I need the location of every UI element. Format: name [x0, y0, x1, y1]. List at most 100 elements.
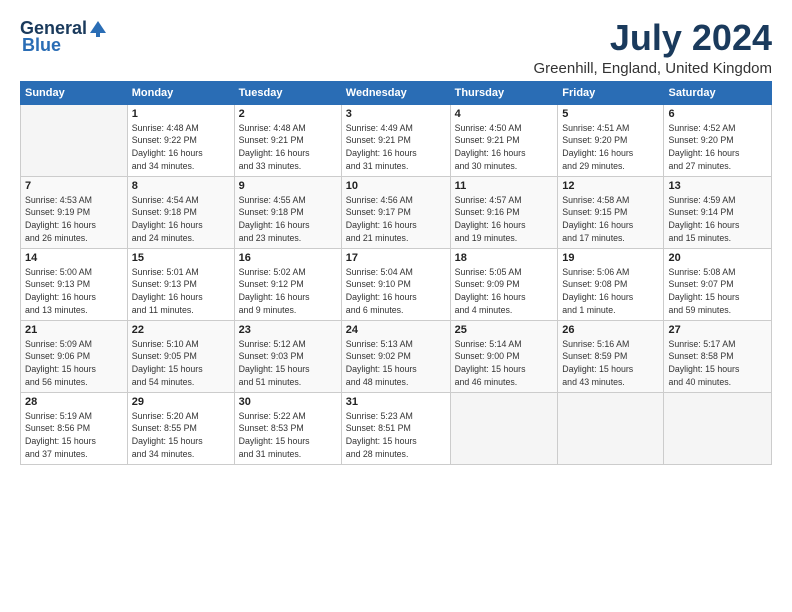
- day-cell: 16Sunrise: 5:02 AM Sunset: 9:12 PM Dayli…: [234, 248, 341, 320]
- day-number: 4: [455, 108, 554, 120]
- day-number: 18: [455, 252, 554, 264]
- day-cell: [558, 392, 664, 464]
- day-info: Sunrise: 4:52 AM Sunset: 9:20 PM Dayligh…: [668, 122, 767, 173]
- day-cell: 25 Sunrise: 5:14 AM Sunset: 9:00 PM Dayli…: [450, 320, 558, 392]
- day-number: 23: [239, 324, 337, 336]
- day-info: Sunrise: 4:56 AM Sunset: 9:17 PM Dayligh…: [346, 194, 446, 245]
- day-number: 3: [346, 108, 446, 120]
- logo: General Blue: [20, 18, 109, 56]
- day-info: Sunrise: 5:13 AM Sunset: 9:02 PM Dayligh…: [346, 338, 446, 389]
- day-info: Sunrise: 5:20 AM Sunset: 8:55 PM Dayligh…: [132, 410, 230, 461]
- day-cell: 23 Sunrise: 5:12 AM Sunset: 9:03 PM Dayli…: [234, 320, 341, 392]
- week-row-2: 14 Sunrise: 5:00 AM Sunset: 9:13 PM Dayli…: [21, 248, 772, 320]
- day-cell: 22 Sunrise: 5:10 AM Sunset: 9:05 PM Dayli…: [127, 320, 234, 392]
- day-info: Sunrise: 5:14 AM Sunset: 9:00 PM Dayligh…: [455, 338, 554, 389]
- day-info: Sunrise: 5:09 AM Sunset: 9:06 PM Dayligh…: [25, 338, 123, 389]
- day-cell: 21 Sunrise: 5:09 AM Sunset: 9:06 PM Dayli…: [21, 320, 128, 392]
- day-number: 9: [239, 180, 337, 192]
- day-number: 25: [455, 324, 554, 336]
- day-info: Sunrise: 5:22 AM Sunset: 8:53 PM Dayligh…: [239, 410, 337, 461]
- day-info: Sunrise: 5:12 AM Sunset: 9:03 PM Dayligh…: [239, 338, 337, 389]
- day-number: 29: [132, 396, 230, 408]
- day-cell: 31 Sunrise: 5:23 AM Sunset: 8:51 PM Dayli…: [341, 392, 450, 464]
- day-cell: 28Sunrise: 5:19 AM Sunset: 8:56 PM Dayli…: [21, 392, 128, 464]
- day-cell: 17 Sunrise: 5:04 AM Sunset: 9:10 PM Dayli…: [341, 248, 450, 320]
- day-info: Sunrise: 4:51 AM Sunset: 9:20 PM Dayligh…: [562, 122, 659, 173]
- day-number: 31: [346, 396, 446, 408]
- day-info: Sunrise: 5:17 AM Sunset: 8:58 PM Dayligh…: [668, 338, 767, 389]
- col-monday: Monday: [127, 81, 234, 104]
- day-info: Sunrise: 4:55 AM Sunset: 9:18 PM Dayligh…: [239, 194, 337, 245]
- day-cell: 6 Sunrise: 4:52 AM Sunset: 9:20 PM Daylig…: [664, 104, 772, 176]
- day-number: 1: [132, 108, 230, 120]
- day-cell: 27Sunrise: 5:17 AM Sunset: 8:58 PM Dayli…: [664, 320, 772, 392]
- day-number: 6: [668, 108, 767, 120]
- day-cell: 8 Sunrise: 4:54 AM Sunset: 9:18 PM Daylig…: [127, 176, 234, 248]
- day-cell: 2 Sunrise: 4:48 AM Sunset: 9:21 PM Daylig…: [234, 104, 341, 176]
- day-number: 19: [562, 252, 659, 264]
- col-tuesday: Tuesday: [234, 81, 341, 104]
- day-info: Sunrise: 5:19 AM Sunset: 8:56 PM Dayligh…: [25, 410, 123, 461]
- day-info: Sunrise: 4:53 AM Sunset: 9:19 PM Dayligh…: [25, 194, 123, 245]
- title-area: July 2024 Greenhill, England, United Kin…: [534, 18, 772, 77]
- week-row-1: 7 Sunrise: 4:53 AM Sunset: 9:19 PM Daylig…: [21, 176, 772, 248]
- day-info: Sunrise: 4:54 AM Sunset: 9:18 PM Dayligh…: [132, 194, 230, 245]
- col-wednesday: Wednesday: [341, 81, 450, 104]
- day-number: 22: [132, 324, 230, 336]
- month-title: July 2024: [534, 18, 772, 58]
- logo-icon: [88, 19, 108, 39]
- day-cell: 1 Sunrise: 4:48 AM Sunset: 9:22 PM Daylig…: [127, 104, 234, 176]
- day-cell: 26 Sunrise: 5:16 AM Sunset: 8:59 PM Dayli…: [558, 320, 664, 392]
- day-info: Sunrise: 5:10 AM Sunset: 9:05 PM Dayligh…: [132, 338, 230, 389]
- col-sunday: Sunday: [21, 81, 128, 104]
- header: General Blue July 2024 Greenhill, Englan…: [20, 18, 772, 77]
- day-cell: 19 Sunrise: 5:06 AM Sunset: 9:08 PM Dayli…: [558, 248, 664, 320]
- day-number: 16: [239, 252, 337, 264]
- day-cell: 10Sunrise: 4:56 AM Sunset: 9:17 PM Dayli…: [341, 176, 450, 248]
- day-number: 5: [562, 108, 659, 120]
- day-info: Sunrise: 4:48 AM Sunset: 9:21 PM Dayligh…: [239, 122, 337, 173]
- day-cell: 15Sunrise: 5:01 AM Sunset: 9:13 PM Dayli…: [127, 248, 234, 320]
- day-cell: 18 Sunrise: 5:05 AM Sunset: 9:09 PM Dayli…: [450, 248, 558, 320]
- day-number: 8: [132, 180, 230, 192]
- day-cell: 5 Sunrise: 4:51 AM Sunset: 9:20 PM Daylig…: [558, 104, 664, 176]
- day-info: Sunrise: 5:08 AM Sunset: 9:07 PM Dayligh…: [668, 266, 767, 317]
- day-cell: 29 Sunrise: 5:20 AM Sunset: 8:55 PM Dayli…: [127, 392, 234, 464]
- day-number: 17: [346, 252, 446, 264]
- day-info: Sunrise: 5:06 AM Sunset: 9:08 PM Dayligh…: [562, 266, 659, 317]
- day-number: 12: [562, 180, 659, 192]
- col-saturday: Saturday: [664, 81, 772, 104]
- day-info: Sunrise: 4:48 AM Sunset: 9:22 PM Dayligh…: [132, 122, 230, 173]
- day-info: Sunrise: 5:16 AM Sunset: 8:59 PM Dayligh…: [562, 338, 659, 389]
- day-cell: [664, 392, 772, 464]
- day-number: 7: [25, 180, 123, 192]
- day-cell: 30 Sunrise: 5:22 AM Sunset: 8:53 PM Dayli…: [234, 392, 341, 464]
- day-info: Sunrise: 5:05 AM Sunset: 9:09 PM Dayligh…: [455, 266, 554, 317]
- day-info: Sunrise: 5:00 AM Sunset: 9:13 PM Dayligh…: [25, 266, 123, 317]
- day-cell: 14 Sunrise: 5:00 AM Sunset: 9:13 PM Dayli…: [21, 248, 128, 320]
- day-cell: 7 Sunrise: 4:53 AM Sunset: 9:19 PM Daylig…: [21, 176, 128, 248]
- week-row-0: 1 Sunrise: 4:48 AM Sunset: 9:22 PM Daylig…: [21, 104, 772, 176]
- day-number: 21: [25, 324, 123, 336]
- day-cell: 11Sunrise: 4:57 AM Sunset: 9:16 PM Dayli…: [450, 176, 558, 248]
- day-cell: 4Sunrise: 4:50 AM Sunset: 9:21 PM Daylig…: [450, 104, 558, 176]
- day-cell: 13 Sunrise: 4:59 AM Sunset: 9:14 PM Dayli…: [664, 176, 772, 248]
- day-number: 13: [668, 180, 767, 192]
- col-thursday: Thursday: [450, 81, 558, 104]
- page: General Blue July 2024 Greenhill, Englan…: [0, 0, 792, 475]
- day-number: 2: [239, 108, 337, 120]
- day-number: 30: [239, 396, 337, 408]
- location: Greenhill, England, United Kingdom: [534, 60, 772, 77]
- day-cell: 12Sunrise: 4:58 AM Sunset: 9:15 PM Dayli…: [558, 176, 664, 248]
- day-info: Sunrise: 5:04 AM Sunset: 9:10 PM Dayligh…: [346, 266, 446, 317]
- day-cell: [21, 104, 128, 176]
- day-info: Sunrise: 4:59 AM Sunset: 9:14 PM Dayligh…: [668, 194, 767, 245]
- day-info: Sunrise: 4:49 AM Sunset: 9:21 PM Dayligh…: [346, 122, 446, 173]
- week-row-3: 21 Sunrise: 5:09 AM Sunset: 9:06 PM Dayli…: [21, 320, 772, 392]
- day-number: 14: [25, 252, 123, 264]
- day-info: Sunrise: 5:23 AM Sunset: 8:51 PM Dayligh…: [346, 410, 446, 461]
- day-number: 24: [346, 324, 446, 336]
- day-cell: 20Sunrise: 5:08 AM Sunset: 9:07 PM Dayli…: [664, 248, 772, 320]
- day-number: 15: [132, 252, 230, 264]
- day-number: 26: [562, 324, 659, 336]
